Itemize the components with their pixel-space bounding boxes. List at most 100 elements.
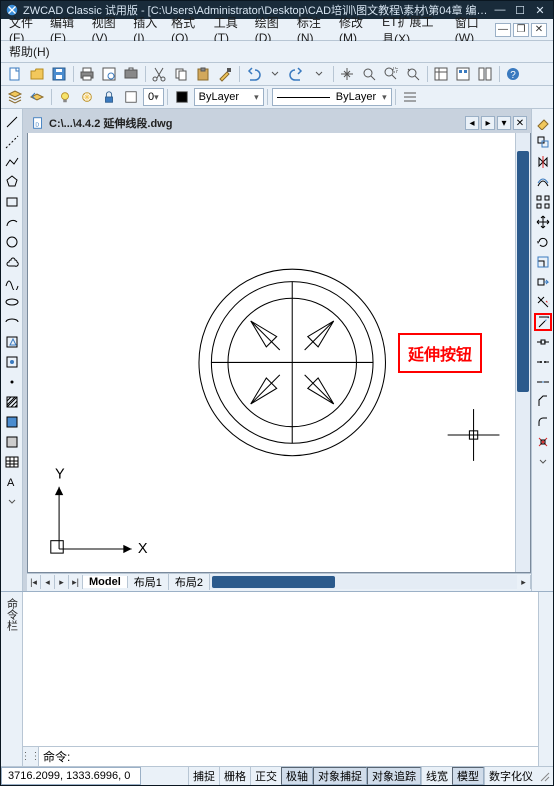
color-control-icon[interactable]	[172, 87, 192, 107]
status-osnap[interactable]: 对象捕捉	[313, 767, 367, 785]
hscroll-right[interactable]: ▸	[517, 575, 531, 589]
ellipse-arc-button[interactable]	[3, 313, 21, 331]
revcloud-button[interactable]	[3, 253, 21, 271]
layer-prev-button[interactable]	[27, 87, 47, 107]
copy-button[interactable]	[171, 64, 191, 84]
tab-nav-first[interactable]: |◂	[27, 575, 41, 589]
polygon-button[interactable]	[3, 173, 21, 191]
zoom-realtime-button[interactable]	[359, 64, 379, 84]
status-grid[interactable]: 栅格	[219, 767, 250, 785]
undo-button[interactable]	[243, 64, 263, 84]
save-button[interactable]	[49, 64, 69, 84]
color-selector[interactable]: ByLayer ▾	[194, 88, 264, 106]
publish-button[interactable]	[121, 64, 141, 84]
properties-button[interactable]	[431, 64, 451, 84]
doc-minimize-button[interactable]: —	[495, 23, 511, 37]
redo-dropdown[interactable]	[309, 64, 329, 84]
doc-tab-close[interactable]: ✕	[513, 116, 527, 130]
tab-nav-prev[interactable]: ◂	[41, 575, 55, 589]
zoom-window-button[interactable]	[381, 64, 401, 84]
doc-close-button[interactable]: ✕	[531, 23, 547, 37]
plot-preview-button[interactable]	[99, 64, 119, 84]
stretch-button[interactable]	[534, 273, 552, 291]
tab-layout1[interactable]: 布局1	[128, 574, 169, 590]
color-swatch-icon[interactable]	[121, 87, 141, 107]
join-button[interactable]	[534, 373, 552, 391]
doc-tab-prev[interactable]: ◂	[465, 116, 479, 130]
draw-overflow-button[interactable]	[3, 493, 21, 511]
mtext-button[interactable]: A	[3, 473, 21, 491]
fillet-button[interactable]	[534, 413, 552, 431]
tab-model[interactable]: Model	[83, 576, 128, 588]
status-coordinates[interactable]: 3716.2099, 1333.6996, 0	[1, 767, 141, 785]
move-button[interactable]	[534, 213, 552, 231]
region-button[interactable]	[3, 433, 21, 451]
layer-freeze-icon[interactable]	[77, 87, 97, 107]
zoom-previous-button[interactable]	[403, 64, 423, 84]
print-button[interactable]	[77, 64, 97, 84]
insert-block-button[interactable]	[3, 333, 21, 351]
explode-button[interactable]	[534, 433, 552, 451]
break-at-point-button[interactable]	[534, 333, 552, 351]
design-center-button[interactable]	[453, 64, 473, 84]
match-properties-button[interactable]	[215, 64, 235, 84]
tab-layout2[interactable]: 布局2	[169, 574, 210, 590]
doc-tab-next[interactable]: ▸	[481, 116, 495, 130]
status-lwt[interactable]: 线宽	[421, 767, 452, 785]
close-button[interactable]: ✕	[531, 2, 549, 18]
tab-nav-last[interactable]: ▸|	[69, 575, 83, 589]
rectangle-button[interactable]	[3, 193, 21, 211]
lineweight-button[interactable]	[400, 87, 420, 107]
pan-button[interactable]	[337, 64, 357, 84]
open-button[interactable]	[27, 64, 47, 84]
hatch-button[interactable]	[3, 393, 21, 411]
layer-lock-icon[interactable]	[99, 87, 119, 107]
trim-button[interactable]	[534, 293, 552, 311]
status-digitizer[interactable]: 数字化仪	[484, 767, 537, 785]
rotate-button[interactable]	[534, 233, 552, 251]
array-button[interactable]	[534, 193, 552, 211]
table-button[interactable]	[3, 453, 21, 471]
modify-overflow-button[interactable]	[534, 453, 552, 471]
paste-button[interactable]	[193, 64, 213, 84]
command-input[interactable]	[74, 747, 538, 766]
status-model[interactable]: 模型	[452, 767, 484, 785]
tab-nav-next[interactable]: ▸	[55, 575, 69, 589]
status-polar[interactable]: 极轴	[281, 767, 313, 785]
scale-button[interactable]	[534, 253, 552, 271]
undo-dropdown[interactable]	[265, 64, 285, 84]
arc-button[interactable]	[3, 213, 21, 231]
command-panel-handle[interactable]: 命令栏	[1, 592, 23, 766]
status-snap[interactable]: 捕捉	[188, 767, 219, 785]
copy-object-button[interactable]	[534, 133, 552, 151]
ellipse-button[interactable]	[3, 293, 21, 311]
resize-grip-icon[interactable]	[537, 767, 553, 785]
command-history[interactable]	[23, 592, 538, 746]
gradient-button[interactable]	[3, 413, 21, 431]
maximize-button[interactable]: ☐	[511, 2, 529, 18]
doc-restore-button[interactable]: ❐	[513, 23, 529, 37]
vertical-scroll-thumb[interactable]	[517, 151, 529, 392]
linetype-selector[interactable]: ByLayer ▾	[272, 88, 392, 106]
circle-button[interactable]	[3, 233, 21, 251]
polyline-button[interactable]	[3, 153, 21, 171]
vertical-scrollbar[interactable]	[515, 133, 530, 571]
menu-help[interactable]: 帮助(H)	[5, 41, 54, 62]
layer-state-bulb-icon[interactable]	[55, 87, 75, 107]
command-scrollbar[interactable]	[538, 592, 553, 766]
horizontal-scroll-thumb[interactable]	[212, 576, 335, 588]
chamfer-button[interactable]	[534, 393, 552, 411]
horizontal-scrollbar[interactable]	[210, 575, 517, 589]
offset-button[interactable]	[534, 173, 552, 191]
doc-tab-menu[interactable]: ▾	[497, 116, 511, 130]
redo-button[interactable]	[287, 64, 307, 84]
command-input-grip-icon[interactable]: ⋮⋮	[23, 747, 39, 766]
document-tab-label[interactable]: C:\...\4.4.2 延伸线段.dwg	[49, 115, 172, 131]
tool-palettes-button[interactable]	[475, 64, 495, 84]
minimize-button[interactable]: —	[491, 2, 509, 18]
layer-manager-button[interactable]	[5, 87, 25, 107]
cut-button[interactable]	[149, 64, 169, 84]
drawing-viewport[interactable]: Y X 延伸按钮	[28, 133, 515, 571]
layer-name-selector[interactable]: 0 ▾	[143, 88, 164, 106]
help-button[interactable]: ?	[503, 64, 523, 84]
